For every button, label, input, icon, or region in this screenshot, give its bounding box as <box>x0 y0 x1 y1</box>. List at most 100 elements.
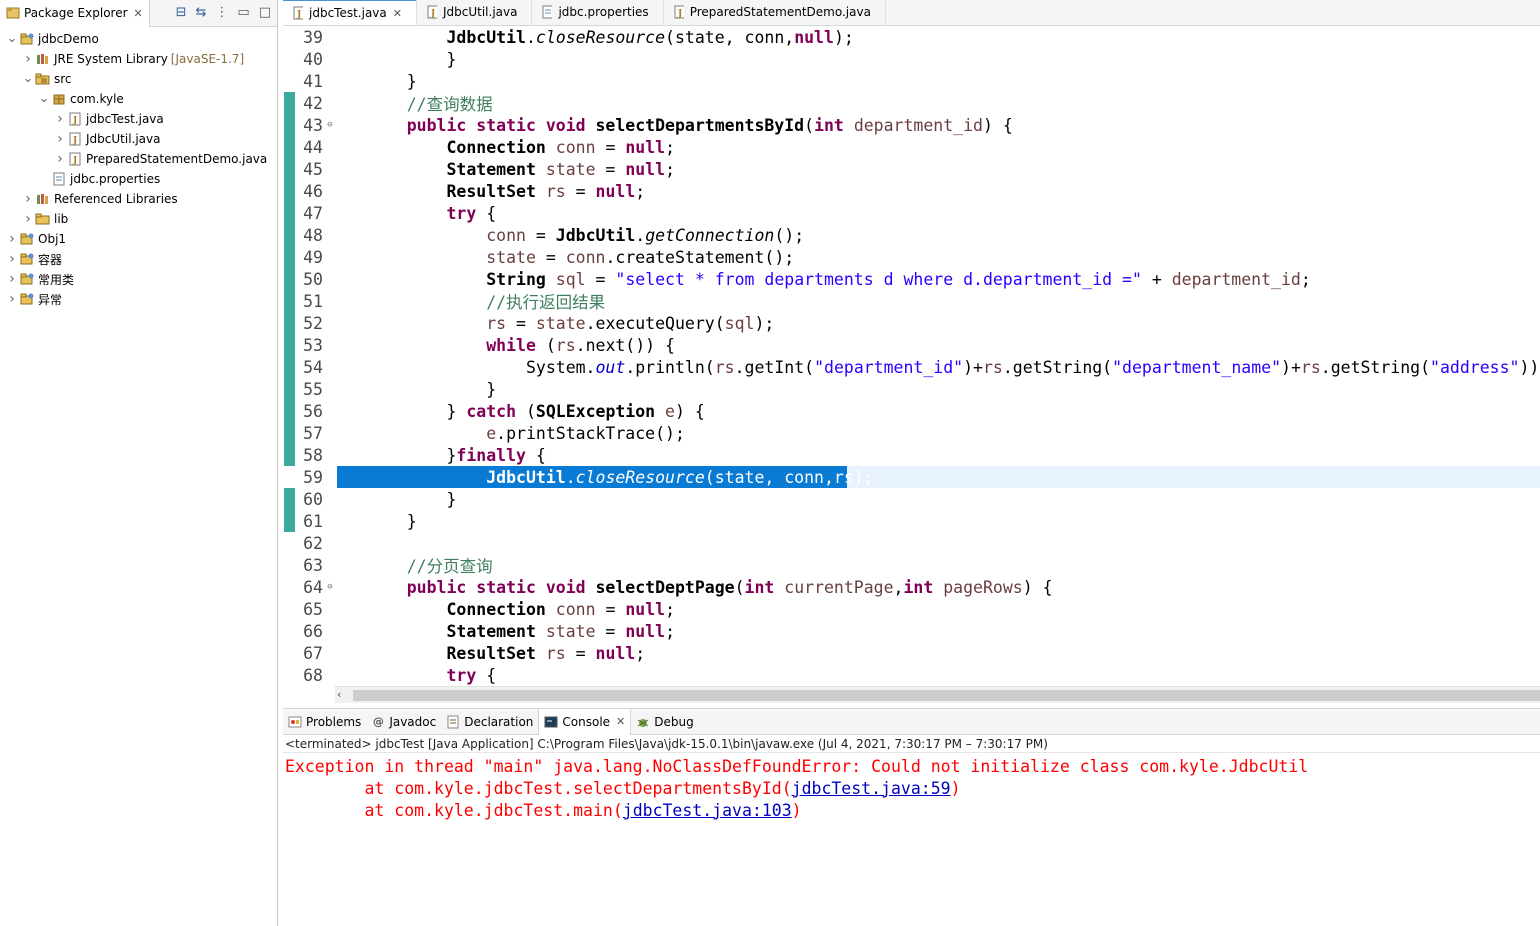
editor-tab[interactable]: JjdbcTest.java ✕ <box>283 0 417 25</box>
tree-item[interactable]: › J JdbcUtil.java <box>0 129 277 149</box>
collapsed-chevron-icon[interactable]: › <box>6 251 18 267</box>
tree-item[interactable]: › lib <box>0 209 277 229</box>
console-line: at com.kyle.jdbcTest.selectDepartmentsBy… <box>283 777 1540 799</box>
link-with-editor-icon[interactable]: ⇆ <box>196 5 207 20</box>
editor-tab[interactable]: J PreparedStatementDemo.java <box>664 0 886 25</box>
code-line[interactable]: 46 ResultSet rs = null; <box>283 180 1540 202</box>
code-line[interactable]: 63 //分页查询 <box>283 554 1540 577</box>
code-line[interactable]: 42 //查询数据 <box>283 92 1540 115</box>
code-line[interactable]: 60 } <box>283 488 1540 510</box>
code-line[interactable]: 52 rs = state.executeQuery(sql); <box>283 312 1540 334</box>
close-icon[interactable]: ✕ <box>134 7 143 20</box>
code-line[interactable]: 39 JdbcUtil.closeResource(state, conn,nu… <box>283 26 1540 48</box>
tree-item[interactable]: › 异常 <box>0 289 277 309</box>
collapsed-chevron-icon[interactable]: › <box>54 151 66 167</box>
expanded-chevron-icon[interactable]: ⌄ <box>38 92 50 105</box>
collapsed-chevron-icon[interactable]: › <box>6 271 18 287</box>
fold-toggle-icon[interactable]: ⊖ <box>325 120 335 130</box>
code-line[interactable]: 62 <box>283 532 1540 554</box>
maximize-icon[interactable]: □ <box>259 5 271 20</box>
stack-trace-link[interactable]: jdbcTest.java:59 <box>792 779 951 798</box>
code-line[interactable]: 64 ⊖ public static void selectDeptPage(in… <box>283 576 1540 598</box>
project-icon <box>19 32 35 46</box>
code-line[interactable]: 41 } <box>283 70 1540 92</box>
code-line[interactable]: 43 ⊖ public static void selectDepartments… <box>283 114 1540 136</box>
code-line[interactable]: 49 state = conn.createStatement(); <box>283 246 1540 268</box>
tree-item[interactable]: ⌄ src <box>0 69 277 89</box>
code-line[interactable]: 56 } catch (SQLException e) { <box>283 400 1540 422</box>
bottom-tab-javadoc[interactable]: @ Javadoc <box>366 709 441 735</box>
code-line[interactable]: 67 ResultSet rs = null; <box>283 642 1540 664</box>
tree-item[interactable]: › 容器 <box>0 249 277 269</box>
code-line[interactable]: 50 String sql = "select * from departmen… <box>283 268 1540 290</box>
tree-item[interactable]: › JRE System Library [JavaSE-1.7] <box>0 49 277 69</box>
editor-tab[interactable]: J JdbcUtil.java <box>417 0 533 25</box>
code-area[interactable]: 39 JdbcUtil.closeResource(state, conn,nu… <box>283 26 1540 686</box>
fold-toggle-icon[interactable]: ⊖ <box>325 582 335 592</box>
collapsed-chevron-icon[interactable]: › <box>54 111 66 127</box>
stack-trace-link[interactable]: jdbcTest.java:103 <box>623 801 792 820</box>
collapsed-chevron-icon[interactable]: › <box>54 131 66 147</box>
scroll-left-icon[interactable]: ‹ <box>337 688 341 701</box>
code-line[interactable]: 40 } <box>283 48 1540 70</box>
java-file-icon: J <box>291 6 303 20</box>
expanded-chevron-icon[interactable]: ⌄ <box>6 32 18 45</box>
minimize-icon[interactable]: ▭ <box>237 5 249 20</box>
console-text: Exception in thread "main" java.lang.NoC… <box>285 756 1309 776</box>
collapsed-chevron-icon[interactable]: › <box>6 231 18 247</box>
tree-item[interactable]: › Obj1 <box>0 229 277 249</box>
code-line[interactable]: 57 e.printStackTrace(); <box>283 422 1540 444</box>
code-line[interactable]: 48 conn = JdbcUtil.getConnection(); <box>283 224 1540 246</box>
console-output[interactable]: Exception in thread "main" java.lang.NoC… <box>283 753 1540 821</box>
collapsed-chevron-icon[interactable]: › <box>22 211 34 227</box>
code-text: } <box>335 380 496 399</box>
bottom-tab-debug[interactable]: Debug <box>631 709 698 735</box>
code-line[interactable]: 61 } <box>283 510 1540 532</box>
code-line[interactable]: 53 while (rs.next()) { <box>283 334 1540 356</box>
code-line[interactable]: 51 //执行返回结果 <box>283 290 1540 313</box>
console-header: <terminated> jdbcTest [Java Application]… <box>283 735 1540 753</box>
bottom-tab-console[interactable]: Console ✕ <box>538 708 632 735</box>
code-line[interactable]: 55 } <box>283 378 1540 400</box>
package-explorer-tab[interactable]: Package Explorer ✕ <box>0 0 150 27</box>
editor-tab[interactable]: jdbc.properties <box>532 0 664 25</box>
tree-item[interactable]: › J PreparedStatementDemo.java <box>0 149 277 169</box>
tree-item[interactable]: ⌄ jdbcDemo <box>0 29 277 49</box>
tree-item[interactable]: › JjdbcTest.java <box>0 109 277 129</box>
package-explorer-icon <box>6 6 20 20</box>
code-token: //查询数据 <box>406 95 493 114</box>
tree-item[interactable]: jdbc.properties <box>0 169 277 189</box>
collapse-all-icon[interactable]: ⊟ <box>176 5 187 20</box>
bottom-tab-declaration[interactable]: Declaration <box>441 709 538 735</box>
collapsed-chevron-icon[interactable]: › <box>22 191 34 207</box>
collapsed-chevron-icon[interactable]: › <box>6 291 18 307</box>
close-icon[interactable]: ✕ <box>393 7 402 20</box>
code-line[interactable]: 65 Connection conn = null; <box>283 598 1540 620</box>
code-token: "department_name" <box>1112 357 1282 377</box>
console-line: Exception in thread "main" java.lang.NoC… <box>283 755 1540 777</box>
code-line[interactable]: 44 Connection conn = null; <box>283 136 1540 158</box>
collapsed-chevron-icon[interactable]: › <box>22 51 34 67</box>
java-file-icon: J <box>67 112 83 126</box>
code-token: e <box>665 401 675 421</box>
code-token: int <box>814 115 854 135</box>
code-token: ; <box>1300 269 1311 289</box>
scrollbar-thumb[interactable] <box>353 690 1540 701</box>
horizontal-scrollbar[interactable]: ‹ <box>335 686 1540 703</box>
code-line[interactable]: 66 Statement state = null; <box>283 620 1540 642</box>
bottom-tab-problems[interactable]: Problems <box>283 709 366 735</box>
close-icon[interactable]: ✕ <box>616 715 625 728</box>
code-line[interactable]: 47 try { <box>283 202 1540 224</box>
code-token: null <box>625 599 666 619</box>
view-menu-icon[interactable]: ⋮ <box>215 5 228 20</box>
code-text: Connection conn = null; <box>335 600 675 619</box>
code-line[interactable]: 59 JdbcUtil.closeResource(state, conn,rs… <box>283 466 1540 488</box>
code-line[interactable]: 58 }finally { <box>283 444 1540 466</box>
expanded-chevron-icon[interactable]: ⌄ <box>22 72 34 85</box>
tree-item[interactable]: ⌄ com.kyle <box>0 89 277 109</box>
code-line[interactable]: 54 System.out.println(rs.getInt("departm… <box>283 356 1540 378</box>
tree-item[interactable]: › Referenced Libraries <box>0 189 277 209</box>
tree-item[interactable]: › 常用类 <box>0 269 277 289</box>
code-line[interactable]: 45 Statement state = null; <box>283 158 1540 180</box>
code-line[interactable]: 68 try { <box>283 664 1540 686</box>
